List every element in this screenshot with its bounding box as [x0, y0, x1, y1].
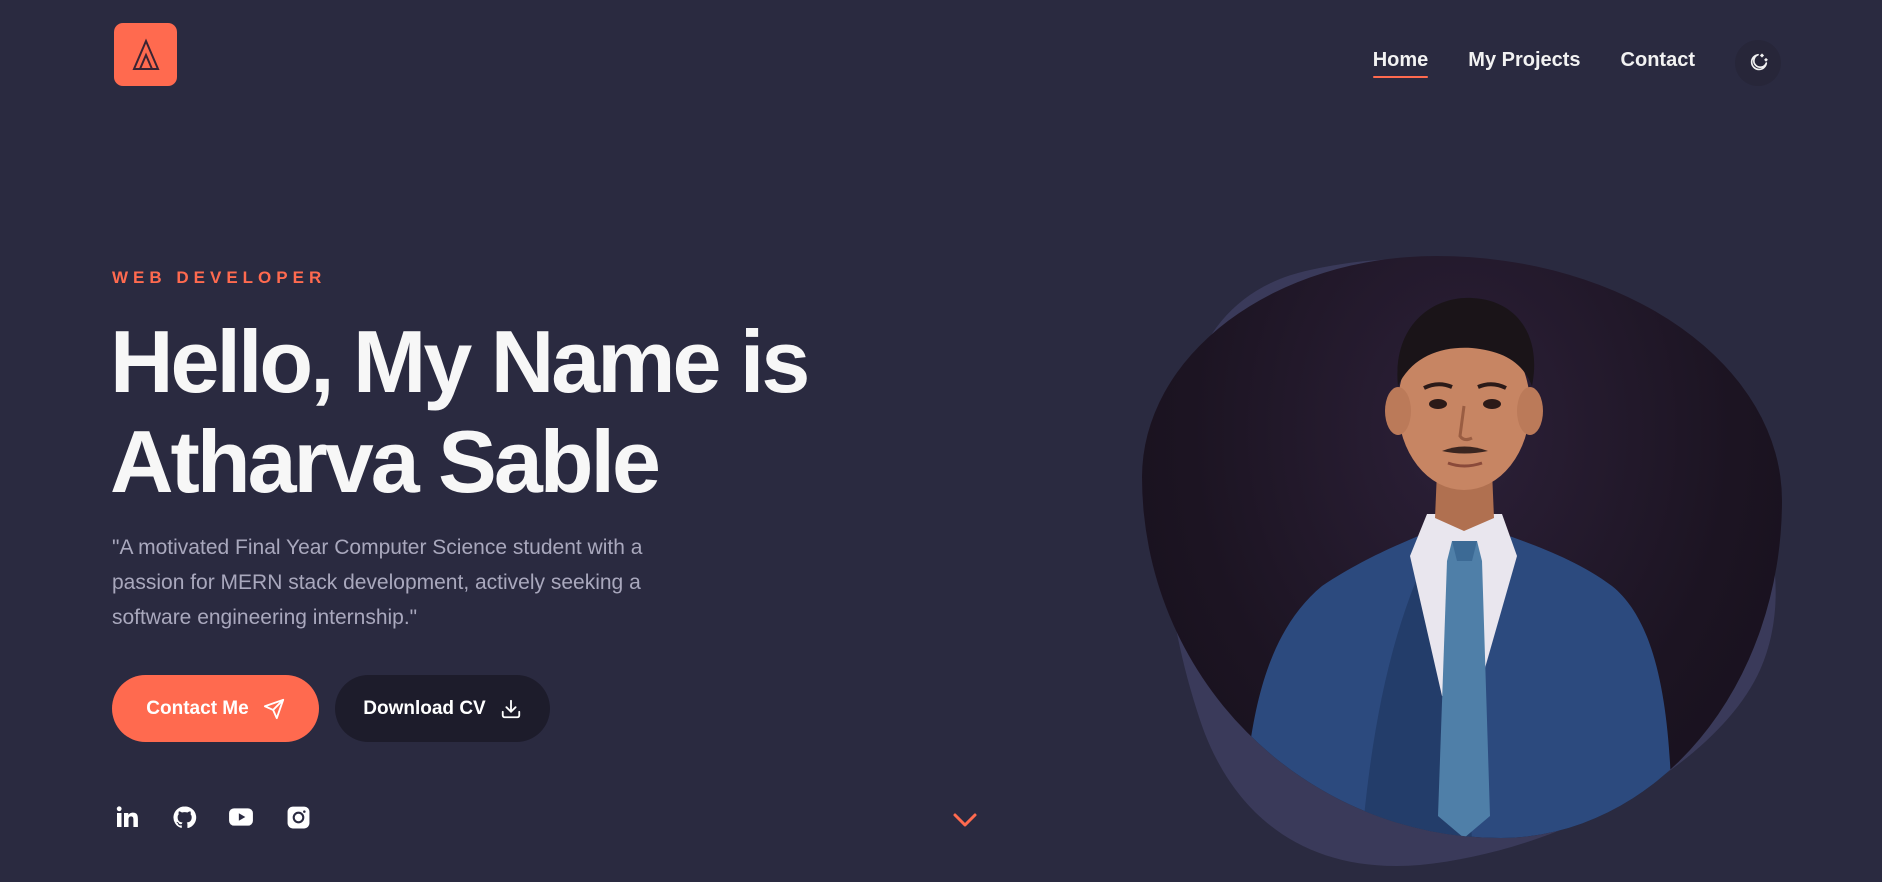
headline-line-2: Atharva Sable	[110, 412, 661, 511]
instagram-link[interactable]	[283, 802, 313, 832]
scroll-down-button[interactable]	[952, 812, 978, 833]
github-link[interactable]	[169, 802, 199, 832]
contact-me-button[interactable]: Contact Me	[112, 675, 319, 742]
theme-toggle-button[interactable]	[1735, 40, 1781, 86]
hero-subtitle: WEB DEVELOPER	[112, 268, 327, 287]
site-logo[interactable]	[114, 23, 177, 86]
youtube-icon	[229, 808, 253, 826]
linkedin-icon	[116, 806, 138, 827]
hero-buttons: Contact Me Download CV	[112, 675, 550, 742]
nav-my-projects[interactable]: My Projects	[1468, 49, 1580, 78]
hero-headline: Hello, My Name is Atharva Sable	[110, 312, 870, 512]
send-icon	[263, 698, 284, 719]
contact-me-label: Contact Me	[146, 697, 249, 719]
nav-contact[interactable]: Contact	[1621, 49, 1695, 78]
hero-description: "A motivated Final Year Computer Science…	[112, 536, 643, 629]
headline-line-1: Hello, My Name is	[110, 312, 810, 411]
youtube-link[interactable]	[226, 802, 256, 832]
download-cv-button[interactable]: Download CV	[335, 675, 550, 742]
social-links	[112, 802, 340, 832]
moon-stars-icon	[1750, 53, 1768, 71]
instagram-icon	[287, 806, 309, 828]
nav-home[interactable]: Home	[1372, 49, 1428, 78]
chevron-down-icon	[953, 813, 977, 827]
github-icon	[172, 806, 196, 828]
a-letter-logo-icon	[131, 37, 160, 70]
download-icon	[501, 699, 520, 718]
linkedin-link[interactable]	[112, 802, 142, 832]
download-cv-label: Download CV	[363, 697, 486, 719]
main-nav: Home My Projects Contact	[1372, 40, 1781, 86]
